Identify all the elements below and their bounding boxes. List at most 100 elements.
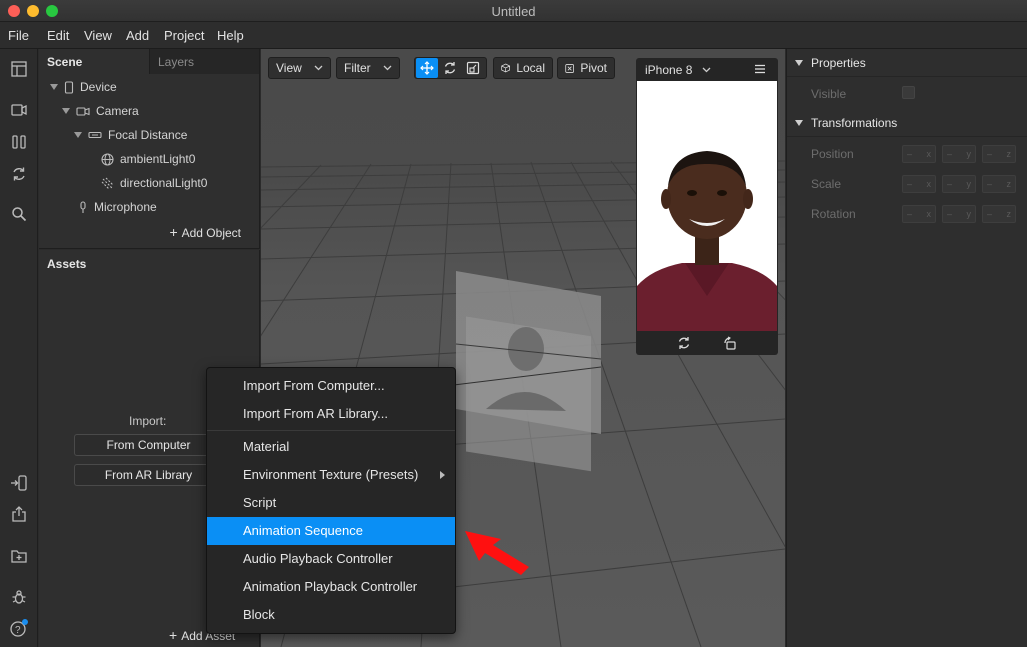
axis-z-label: z [1006,149,1012,159]
chevron-down-icon [702,67,711,73]
microphone-icon [80,200,86,213]
axis-y-label: y [966,149,972,159]
axis-y-label: y [966,209,972,219]
annotation-arrow-icon [465,531,529,575]
local-label: Local [516,61,545,75]
help-icon[interactable]: ? [9,618,29,638]
menu-add[interactable]: Add [126,28,149,43]
menu-item-import-from-ar-library[interactable]: Import From AR Library... [207,400,455,428]
device-icon [64,80,74,94]
menu-help[interactable]: Help [217,28,244,43]
filter-dropdown[interactable]: Filter [336,57,400,79]
visible-label: Visible [811,87,847,101]
layout-icon[interactable] [9,59,29,79]
send-to-device-icon[interactable] [9,473,29,493]
tree-item-label: Focal Distance [108,128,188,142]
camera-icon [76,106,90,116]
flip-camera-icon[interactable] [677,336,691,350]
visible-checkbox[interactable] [902,86,915,99]
hamburger-menu-icon[interactable] [754,64,766,74]
tree-item-label: ambientLight0 [120,152,196,166]
expand-caret-icon[interactable] [62,108,70,114]
local-toggle[interactable]: Local [493,57,553,79]
axis-x-label: x [926,209,932,219]
axis-z-label: z [1006,209,1012,219]
transformations-title: Transformations [811,115,898,130]
transformations-section-header[interactable]: Transformations [787,109,1027,137]
scale-y-field[interactable]: – y [942,175,976,193]
scale-x-field[interactable]: – x [902,175,936,193]
menu-file[interactable]: File [8,28,29,43]
plus-icon: + [169,224,178,240]
menu-item-script[interactable]: Script [207,489,455,517]
tree-item-microphone[interactable]: Microphone [78,197,157,217]
menu-edit[interactable]: Edit [47,28,69,43]
patch-editor-icon[interactable] [9,132,29,152]
position-x-field[interactable]: – x [902,145,936,163]
rotation-z-field[interactable]: – z [982,205,1016,223]
rotate-device-icon[interactable] [723,336,737,350]
menu-item-block[interactable]: Block [207,601,455,629]
menu-item-import-from-computer[interactable]: Import From Computer... [207,372,455,400]
axis-z-label: z [1006,179,1012,189]
menu-item-audio-playback-controller[interactable]: Audio Playback Controller [207,545,455,573]
collapse-caret-icon [795,119,803,126]
import-label: Import: [129,414,167,428]
tree-item-device[interactable]: Device [50,77,117,97]
pivot-icon [565,63,574,73]
tree-item-label: Camera [96,104,139,118]
tab-layers[interactable]: Layers [149,49,259,74]
pivot-toggle[interactable]: Pivot [557,57,615,79]
tree-item-directional-light[interactable]: directionalLight0 [101,173,207,193]
menu-item-animation-playback-controller[interactable]: Animation Playback Controller [207,573,455,601]
tree-item-camera[interactable]: Camera [62,101,139,121]
rotate-tool-icon[interactable] [438,58,461,78]
rotation-y-field[interactable]: – y [942,205,976,223]
field-marker: – [987,209,993,219]
scale-label: Scale [811,177,842,191]
from-computer-button[interactable]: From Computer [74,434,223,456]
from-ar-library-button[interactable]: From AR Library [74,464,223,486]
scale-tool-icon[interactable] [462,58,485,78]
video-camera-icon[interactable] [9,100,29,120]
tree-item-focal-distance[interactable]: Focal Distance [74,125,187,145]
menu-item-label: Environment Texture (Presets) [243,467,419,482]
rotation-label: Rotation [811,207,856,221]
add-folder-icon[interactable] [9,546,29,566]
axis-y-label: y [966,179,972,189]
left-toolbar: ? [0,49,38,647]
position-label: Position [811,147,854,161]
menu-item-material[interactable]: Material [207,433,455,461]
tree-item-label: Device [80,80,117,94]
field-marker: – [907,179,913,189]
menu-item-animation-sequence[interactable]: Animation Sequence [207,517,455,545]
refresh-icon[interactable] [9,164,29,184]
expand-caret-icon[interactable] [50,84,58,90]
position-y-field[interactable]: – y [942,145,976,163]
title-bar: Untitled [0,0,1027,22]
properties-panel: Properties Visible Transformations Posit… [786,49,1027,647]
add-object-label: Add Object [181,226,241,240]
menu-view[interactable]: View [84,28,112,43]
position-z-field[interactable]: – z [982,145,1016,163]
search-icon[interactable] [9,204,29,224]
move-tool-icon[interactable] [416,58,439,78]
scale-z-field[interactable]: – z [982,175,1016,193]
tree-item-ambient-light[interactable]: ambientLight0 [101,149,195,169]
export-icon[interactable] [9,504,29,524]
device-select[interactable]: iPhone 8 [636,58,778,80]
expand-caret-icon[interactable] [74,132,82,138]
tab-scene[interactable]: Scene [39,49,149,74]
properties-section-header[interactable]: Properties [787,49,1027,77]
field-marker: – [947,209,953,219]
rotation-x-field[interactable]: – x [902,205,936,223]
window-title: Untitled [491,4,536,19]
transform-tools [414,57,487,79]
menu-item-environment-texture[interactable]: Environment Texture (Presets) [207,461,455,489]
bug-icon[interactable] [9,587,29,607]
menu-project[interactable]: Project [164,28,204,43]
device-preview-footer [636,331,778,355]
add-object-button[interactable]: + Add Object [169,224,241,240]
view-dropdown[interactable]: View [268,57,331,79]
field-marker: – [987,149,993,159]
